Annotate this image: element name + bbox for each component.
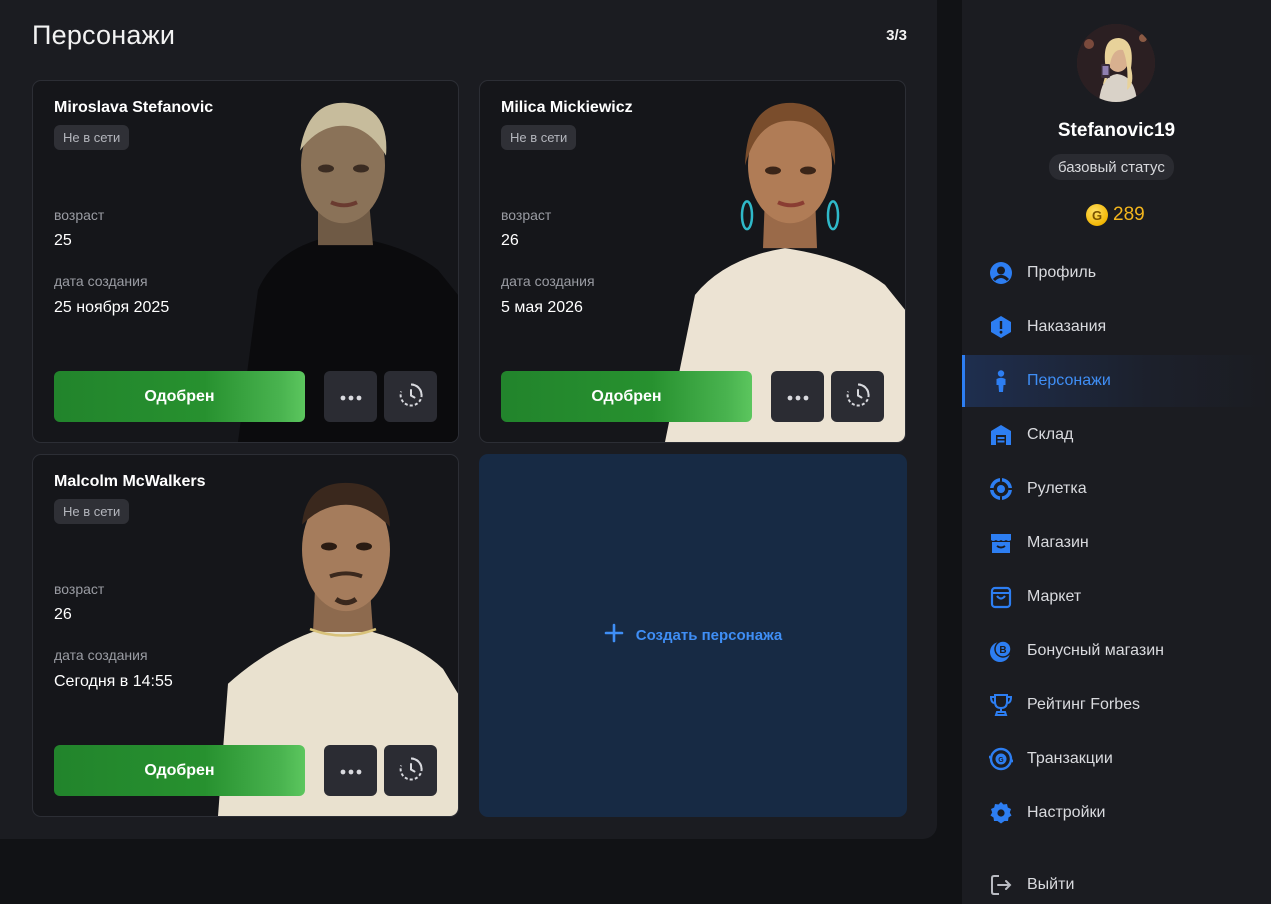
sidebar-item-settings[interactable]: Настройки [962,787,1271,839]
sidebar-item-label: Персонажи [1027,372,1111,389]
online-status-badge: Не в сети [54,125,130,150]
transactions-icon: G [988,746,1014,772]
age-label: возраст [501,207,552,223]
coin-balance: G 289 [1086,204,1145,226]
create-character-button[interactable]: Создать персонажа [479,454,907,817]
creation-date-label: дата создания [54,647,148,663]
sidebar-item-label: Магазин [1027,534,1089,551]
person-icon [988,368,1014,394]
character-name: Miroslava Stefanovic [54,99,214,116]
sidebar-item-label: Рейтинг Forbes [1027,696,1140,713]
online-status-badge: Не в сети [54,499,130,524]
character-card: Malcolm McWalkers Не в сети возраст 26 д… [32,454,459,817]
sidebar-item-label: Склад [1027,426,1074,443]
more-options-button[interactable] [324,371,377,422]
trophy-icon [988,692,1014,718]
sidebar: Stefanovic19 базовый статус G 289 Профил… [962,0,1271,904]
warehouse-icon [988,422,1014,448]
character-card: Miroslava Stefanovic Не в сети возраст 2… [32,80,459,443]
create-character-label: Создать персонажа [635,627,783,644]
sidebar-item-profile[interactable]: Профиль [962,247,1271,299]
bonus-coin-icon: B [988,638,1014,664]
history-button[interactable] [831,371,884,422]
history-clock-icon [398,756,424,785]
sidebar-item-bonus-store[interactable]: B Бонусный магазин [962,625,1271,677]
history-clock-icon [398,382,424,411]
more-dots-icon [340,389,362,404]
history-button[interactable] [384,745,437,796]
sidebar-item-characters[interactable]: Персонажи [962,355,1271,407]
sidebar-item-store[interactable]: Магазин [962,517,1271,569]
roulette-icon [988,476,1014,502]
coin-icon: G [1086,204,1108,226]
age-value: 26 [501,232,519,249]
logout-icon [988,872,1014,898]
characters-panel: Персонажи 3/3 Miroslava Stefanovic Не в … [0,0,937,839]
age-value: 25 [54,232,72,249]
svg-text:G: G [998,757,1004,764]
svg-text:B: B [999,645,1006,656]
approved-button[interactable]: Одобрен [501,371,752,422]
sidebar-item-label: Бонусный магазин [1027,642,1164,659]
shopping-bag-icon [988,584,1014,610]
sidebar-item-warehouse[interactable]: Склад [962,409,1271,461]
character-count: 3/3 [886,27,907,44]
sidebar-item-label: Рулетка [1027,480,1087,497]
approved-button[interactable]: Одобрен [54,371,305,422]
history-button[interactable] [384,371,437,422]
creation-date-label: дата создания [501,273,595,289]
user-circle-icon [988,260,1014,286]
sidebar-item-label: Маркет [1027,588,1082,605]
creation-date-value: 5 мая 2026 [501,299,583,316]
character-card: Milica Mickiewicz Не в сети возраст 26 д… [479,80,906,443]
sidebar-item-transactions[interactable]: G Транзакции [962,733,1271,785]
username: Stefanovic19 [1057,120,1176,141]
more-options-button[interactable] [324,745,377,796]
more-dots-icon [787,389,809,404]
sidebar-item-label: Наказания [1027,318,1107,335]
balance-value: 289 [1113,204,1145,225]
sidebar-item-punishments[interactable]: Наказания [962,301,1271,353]
creation-date-value: 25 ноября 2025 [54,299,170,316]
gear-icon [988,800,1014,826]
creation-date-label: дата создания [54,273,148,289]
warning-hexagon-icon [988,314,1014,340]
avatar[interactable] [1077,24,1155,102]
character-name: Milica Mickiewicz [501,99,633,116]
character-name: Malcolm McWalkers [54,473,206,490]
sidebar-item-market[interactable]: Маркет [962,571,1271,623]
logout-button[interactable]: Выйти [962,859,1271,904]
page-title: Персонажи [32,20,176,50]
logout-label: Выйти [1027,876,1075,893]
more-options-button[interactable] [771,371,824,422]
age-value: 26 [54,606,72,623]
sidebar-item-label: Настройки [1027,804,1106,821]
more-dots-icon [340,763,362,778]
history-clock-icon [845,382,871,411]
plus-icon [604,623,624,648]
online-status-badge: Не в сети [501,125,577,150]
store-icon [988,530,1014,556]
sidebar-item-roulette[interactable]: Рулетка [962,463,1271,515]
creation-date-value: Сегодня в 14:55 [54,673,173,690]
sidebar-item-forbes-rating[interactable]: Рейтинг Forbes [962,679,1271,731]
age-label: возраст [54,581,105,597]
approved-button[interactable]: Одобрен [54,745,305,796]
sidebar-item-label: Профиль [1027,264,1097,281]
age-label: возраст [54,207,105,223]
account-status-badge: базовый статус [1049,154,1174,180]
sidebar-item-label: Транзакции [1027,750,1113,767]
